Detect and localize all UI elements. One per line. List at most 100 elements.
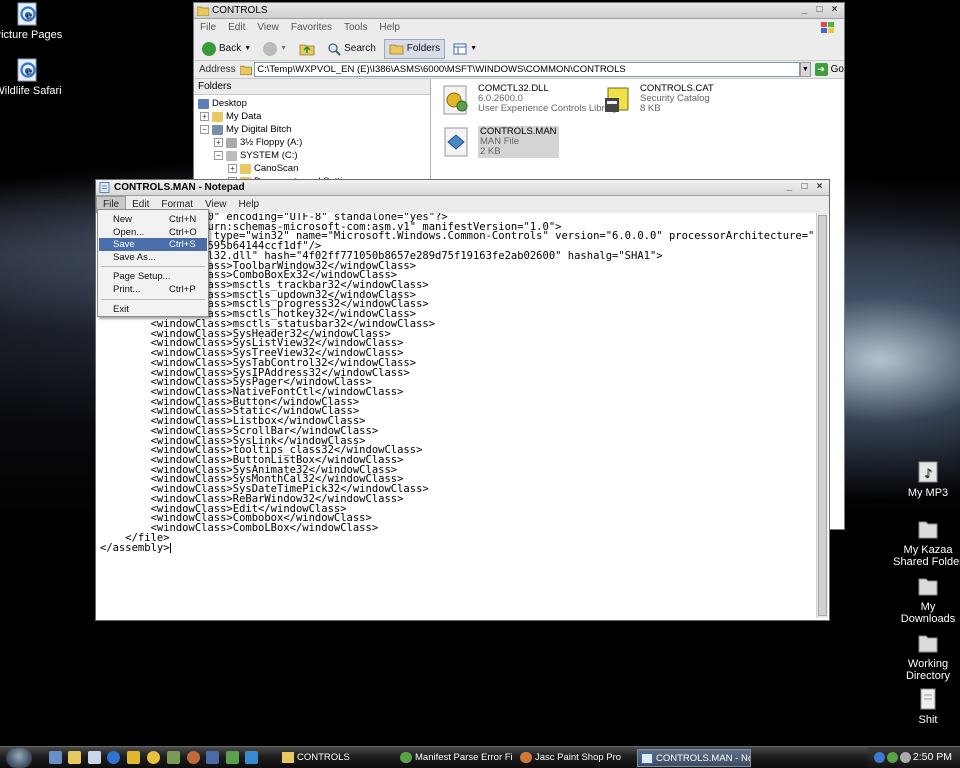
volume-icon[interactable] [900, 752, 911, 763]
svg-text:e: e [25, 8, 32, 21]
menu-tools[interactable]: Tools [338, 19, 373, 37]
chevron-down-icon[interactable]: ▼ [244, 45, 251, 52]
menu-item-save[interactable]: Save Ctrl+S [99, 238, 207, 251]
desktop-icon-label: My MP3 [907, 487, 949, 499]
expand-icon[interactable]: + [228, 164, 237, 173]
tree-item-canoscan[interactable]: + CanoScan [228, 162, 298, 175]
file-controls-cat[interactable]: CONTROLS.CAT Security Catalog 8 KB [604, 84, 714, 116]
notepad-title: CONTROLS.MAN - Notepad [114, 182, 245, 193]
messenger-tray-icon[interactable] [887, 752, 898, 763]
menu-item-label: New [113, 214, 133, 225]
task-controls-explorer[interactable]: CONTROLS [279, 749, 393, 767]
task-label: Manifest Parse Error Fi... [415, 752, 513, 763]
go-label: Go [830, 64, 844, 75]
chevron-down-icon[interactable]: ▼ [799, 62, 811, 77]
quicklaunch-app-icon[interactable] [167, 751, 180, 764]
forward-button[interactable]: ▼ [259, 39, 291, 59]
quicklaunch-app2-icon[interactable] [187, 751, 200, 764]
task-notepad[interactable]: CONTROLS.MAN - Not... [637, 749, 751, 767]
expand-icon[interactable]: + [214, 138, 223, 147]
folders-button[interactable]: Folders [383, 38, 446, 59]
ie-globe-icon: e [17, 2, 37, 26]
tree-item-floppy[interactable]: + 3½ Floppy (A:) [214, 136, 302, 149]
close-button[interactable]: × [813, 181, 826, 194]
search-label: Search [344, 43, 376, 54]
quicklaunch-messenger-icon[interactable] [147, 751, 160, 764]
quicklaunch-ie-icon[interactable] [107, 751, 120, 764]
notepad-icon [641, 753, 653, 764]
go-arrow-icon: ➜ [814, 63, 828, 76]
views-grid-icon [453, 43, 467, 54]
quicklaunch-app3-icon[interactable] [206, 751, 219, 764]
quicklaunch-app4-icon[interactable] [226, 751, 239, 764]
task-paint-shop-pro[interactable]: Jasc Paint Shop Pro [517, 749, 631, 767]
menu-item-new[interactable]: New Ctrl+N [99, 213, 207, 226]
explorer-titlebar[interactable]: CONTROLS _ □ × [194, 3, 844, 19]
chevron-down-icon[interactable]: ▼ [280, 45, 287, 52]
menu-item-print[interactable]: Print... Ctrl+P [99, 283, 207, 296]
close-button[interactable]: × [828, 4, 841, 17]
menu-edit[interactable]: Edit [222, 19, 251, 37]
quicklaunch-mail-icon[interactable] [88, 751, 101, 764]
folder-icon [918, 578, 938, 596]
menu-item-save-as[interactable]: Save As... [99, 251, 207, 264]
desktop-icon-shit[interactable]: Shit [893, 687, 960, 726]
tree-item-my-computer[interactable]: − My Digital Bitch [200, 123, 291, 136]
file-comctl32-dll[interactable]: COMCTL32.DLL 6.0.2600.0 User Experience … [442, 84, 618, 116]
scrollbar-thumb[interactable] [818, 215, 827, 616]
desktop-background: e Picture Pages e Wildlife Safari ♪ My M… [0, 0, 960, 746]
security-catalog-icon [605, 87, 629, 112]
tree-item-system-c[interactable]: − SYSTEM (C:) [214, 149, 298, 162]
search-button[interactable]: Search [323, 39, 380, 59]
menu-favorites[interactable]: Favorites [285, 19, 338, 37]
tree-label: My Data [226, 111, 262, 122]
back-button[interactable]: Back ▼ [198, 39, 255, 59]
file-size: 8 KB [640, 103, 661, 114]
views-button[interactable]: ▼ [449, 39, 481, 59]
expand-icon[interactable]: + [200, 112, 209, 121]
tree-item-my-data[interactable]: + My Data [200, 110, 261, 123]
desktop-icon-label: My Kazaa Shared Folder [893, 544, 960, 568]
notepad-titlebar[interactable]: CONTROLS.MAN - Notepad _ □ × [96, 180, 829, 196]
quicklaunch-media-icon[interactable] [127, 751, 140, 764]
desktop-icon-picture-pages[interactable]: e Picture Pages [0, 2, 63, 41]
desktop-icon-my-mp3[interactable]: ♪ My MP3 [893, 460, 960, 499]
maximize-button[interactable]: □ [798, 181, 811, 194]
task-manifest-parse-error[interactable]: Manifest Parse Error Fi... [397, 749, 513, 767]
svg-text:♪: ♪ [924, 466, 932, 480]
collapse-icon[interactable]: − [200, 125, 209, 134]
menu-help[interactable]: Help [373, 19, 406, 37]
quicklaunch-show-desktop-icon[interactable] [49, 751, 62, 764]
desktop-icon-wildlife-safari[interactable]: e Wildlife Safari [0, 58, 63, 97]
desktop-icon [198, 98, 209, 109]
menu-view[interactable]: View [251, 19, 285, 37]
quicklaunch-explorer-icon[interactable] [68, 751, 81, 764]
maximize-button[interactable]: □ [813, 4, 826, 17]
minimize-button[interactable]: _ [783, 181, 796, 194]
go-button[interactable]: ➜ Go [814, 63, 844, 76]
tree-item-desktop[interactable]: Desktop [198, 97, 247, 110]
desktop-icon-working-directory[interactable]: Working Directory [893, 631, 960, 682]
explorer-menubar: File Edit View Favorites Tools Help [194, 19, 844, 37]
start-button[interactable] [6, 748, 32, 768]
menu-item-page-setup[interactable]: Page Setup... [99, 270, 207, 283]
menu-file[interactable]: File [194, 19, 222, 37]
explorer-title: CONTROLS [212, 5, 268, 16]
menu-item-exit[interactable]: Exit [99, 303, 207, 316]
address-input[interactable]: C:\Temp\WXPVOL_EN (E)\I386\ASMS\6000\MSF… [254, 62, 800, 77]
menu-item-shortcut: Ctrl+P [169, 284, 196, 295]
desktop-icon-kazaa-shared[interactable]: My Kazaa Shared Folder [893, 517, 960, 568]
up-folder-icon [299, 44, 315, 55]
tree-label: My Digital Bitch [226, 124, 292, 135]
vertical-scrollbar[interactable] [816, 213, 828, 618]
file-controls-man[interactable]: CONTROLS.MAN MAN File 2 KB [442, 126, 559, 158]
desktop-icon-my-downloads[interactable]: My Downloads [893, 574, 960, 625]
minimize-button[interactable]: _ [798, 4, 811, 17]
collapse-icon[interactable]: − [214, 151, 223, 160]
quicklaunch-app5-icon[interactable] [245, 751, 258, 764]
chevron-down-icon[interactable]: ▼ [470, 45, 477, 52]
up-folder-button[interactable] [295, 39, 319, 59]
network-icon[interactable] [874, 752, 885, 763]
music-folder-icon: ♪ [918, 461, 938, 483]
menu-help[interactable]: Help [233, 196, 266, 213]
